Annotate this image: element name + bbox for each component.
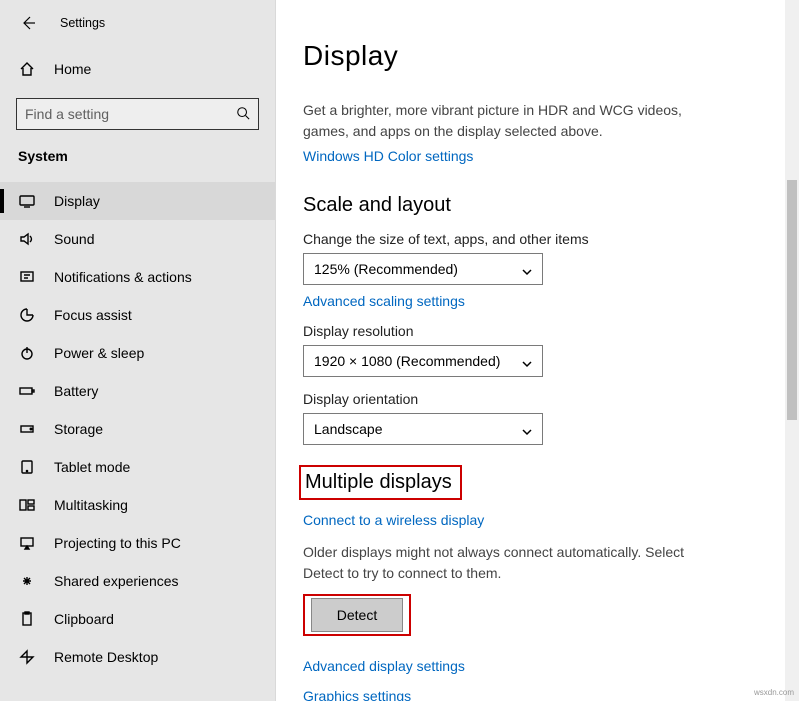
focus-icon (18, 306, 36, 324)
notifications-icon (18, 268, 36, 286)
page-title: Display (303, 40, 770, 72)
sidebar-home[interactable]: Home (0, 50, 275, 88)
sidebar-item-label: Power & sleep (54, 345, 144, 361)
resolution-value: 1920 × 1080 (Recommended) (314, 353, 500, 369)
orientation-select[interactable]: Landscape (303, 413, 543, 445)
sidebar-item-label: Focus assist (54, 307, 132, 323)
sidebar-item-label: Notifications & actions (54, 269, 192, 285)
detect-highlight: Detect (303, 594, 411, 636)
sidebar-item-label: Multitasking (54, 497, 128, 513)
wireless-display-link[interactable]: Connect to a wireless display (303, 512, 770, 528)
remote-icon (18, 648, 36, 666)
tablet-icon (18, 458, 36, 476)
orientation-label: Display orientation (303, 391, 770, 407)
resolution-select[interactable]: 1920 × 1080 (Recommended) (303, 345, 543, 377)
home-label: Home (54, 61, 91, 77)
display-icon (18, 192, 36, 210)
scale-heading: Scale and layout (303, 194, 770, 217)
projecting-icon (18, 534, 36, 552)
scale-value: 125% (Recommended) (314, 261, 458, 277)
detect-button-label: Detect (337, 607, 377, 623)
resolution-label: Display resolution (303, 323, 770, 339)
sidebar-item-label: Storage (54, 421, 103, 437)
graphics-settings-link[interactable]: Graphics settings (303, 688, 770, 701)
sidebar-item-focus[interactable]: Focus assist (0, 296, 275, 334)
scrollbar[interactable] (785, 0, 799, 701)
detect-description: Older displays might not always connect … (303, 542, 703, 584)
sidebar-item-battery[interactable]: Battery (0, 372, 275, 410)
sidebar-item-power[interactable]: Power & sleep (0, 334, 275, 372)
advanced-scaling-link[interactable]: Advanced scaling settings (303, 293, 770, 309)
search-placeholder: Find a setting (25, 106, 109, 122)
sidebar-item-shared[interactable]: Shared experiences (0, 562, 275, 600)
sidebar-item-label: Battery (54, 383, 98, 399)
content-pane: Display Get a brighter, more vibrant pic… (277, 0, 800, 701)
back-icon[interactable] (20, 15, 36, 31)
sidebar-item-multitasking[interactable]: Multitasking (0, 486, 275, 524)
multiple-displays-highlight: Multiple displays (299, 465, 462, 500)
nav-list: Display Sound Notifications & actions Fo… (0, 182, 275, 676)
sidebar-item-label: Remote Desktop (54, 649, 158, 665)
power-icon (18, 344, 36, 362)
watermark: wsxdn.com (754, 688, 794, 697)
clipboard-icon (18, 610, 36, 628)
sidebar-item-notifications[interactable]: Notifications & actions (0, 258, 275, 296)
scrollbar-thumb[interactable] (787, 180, 797, 420)
sound-icon (18, 230, 36, 248)
hdr-description: Get a brighter, more vibrant picture in … (303, 100, 703, 142)
sidebar-item-display[interactable]: Display (0, 182, 275, 220)
chevron-down-icon (522, 356, 532, 366)
window-title: Settings (60, 16, 105, 30)
advanced-display-link[interactable]: Advanced display settings (303, 658, 770, 674)
home-icon (18, 60, 36, 78)
search-input[interactable]: Find a setting (16, 98, 259, 130)
multiple-displays-heading: Multiple displays (305, 471, 452, 494)
scale-label: Change the size of text, apps, and other… (303, 231, 770, 247)
titlebar: Settings (0, 0, 275, 46)
sidebar-item-label: Sound (54, 231, 94, 247)
sidebar-item-clipboard[interactable]: Clipboard (0, 600, 275, 638)
chevron-down-icon (522, 424, 532, 434)
scale-select[interactable]: 125% (Recommended) (303, 253, 543, 285)
sidebar-item-label: Display (54, 193, 100, 209)
sidebar-item-label: Projecting to this PC (54, 535, 181, 551)
battery-icon (18, 382, 36, 400)
category-label: System (0, 136, 275, 172)
sidebar-item-label: Shared experiences (54, 573, 179, 589)
sidebar-item-sound[interactable]: Sound (0, 220, 275, 258)
shared-icon (18, 572, 36, 590)
sidebar-item-label: Clipboard (54, 611, 114, 627)
sidebar-item-storage[interactable]: Storage (0, 410, 275, 448)
storage-icon (18, 420, 36, 438)
search-icon (236, 106, 250, 123)
sidebar-item-tablet[interactable]: Tablet mode (0, 448, 275, 486)
detect-button[interactable]: Detect (311, 598, 403, 632)
sidebar-item-remote[interactable]: Remote Desktop (0, 638, 275, 676)
sidebar-item-label: Tablet mode (54, 459, 130, 475)
sidebar: Settings Home Find a setting System Disp… (0, 0, 276, 701)
multitasking-icon (18, 496, 36, 514)
hdr-settings-link[interactable]: Windows HD Color settings (303, 148, 770, 164)
orientation-value: Landscape (314, 421, 383, 437)
sidebar-item-projecting[interactable]: Projecting to this PC (0, 524, 275, 562)
chevron-down-icon (522, 264, 532, 274)
